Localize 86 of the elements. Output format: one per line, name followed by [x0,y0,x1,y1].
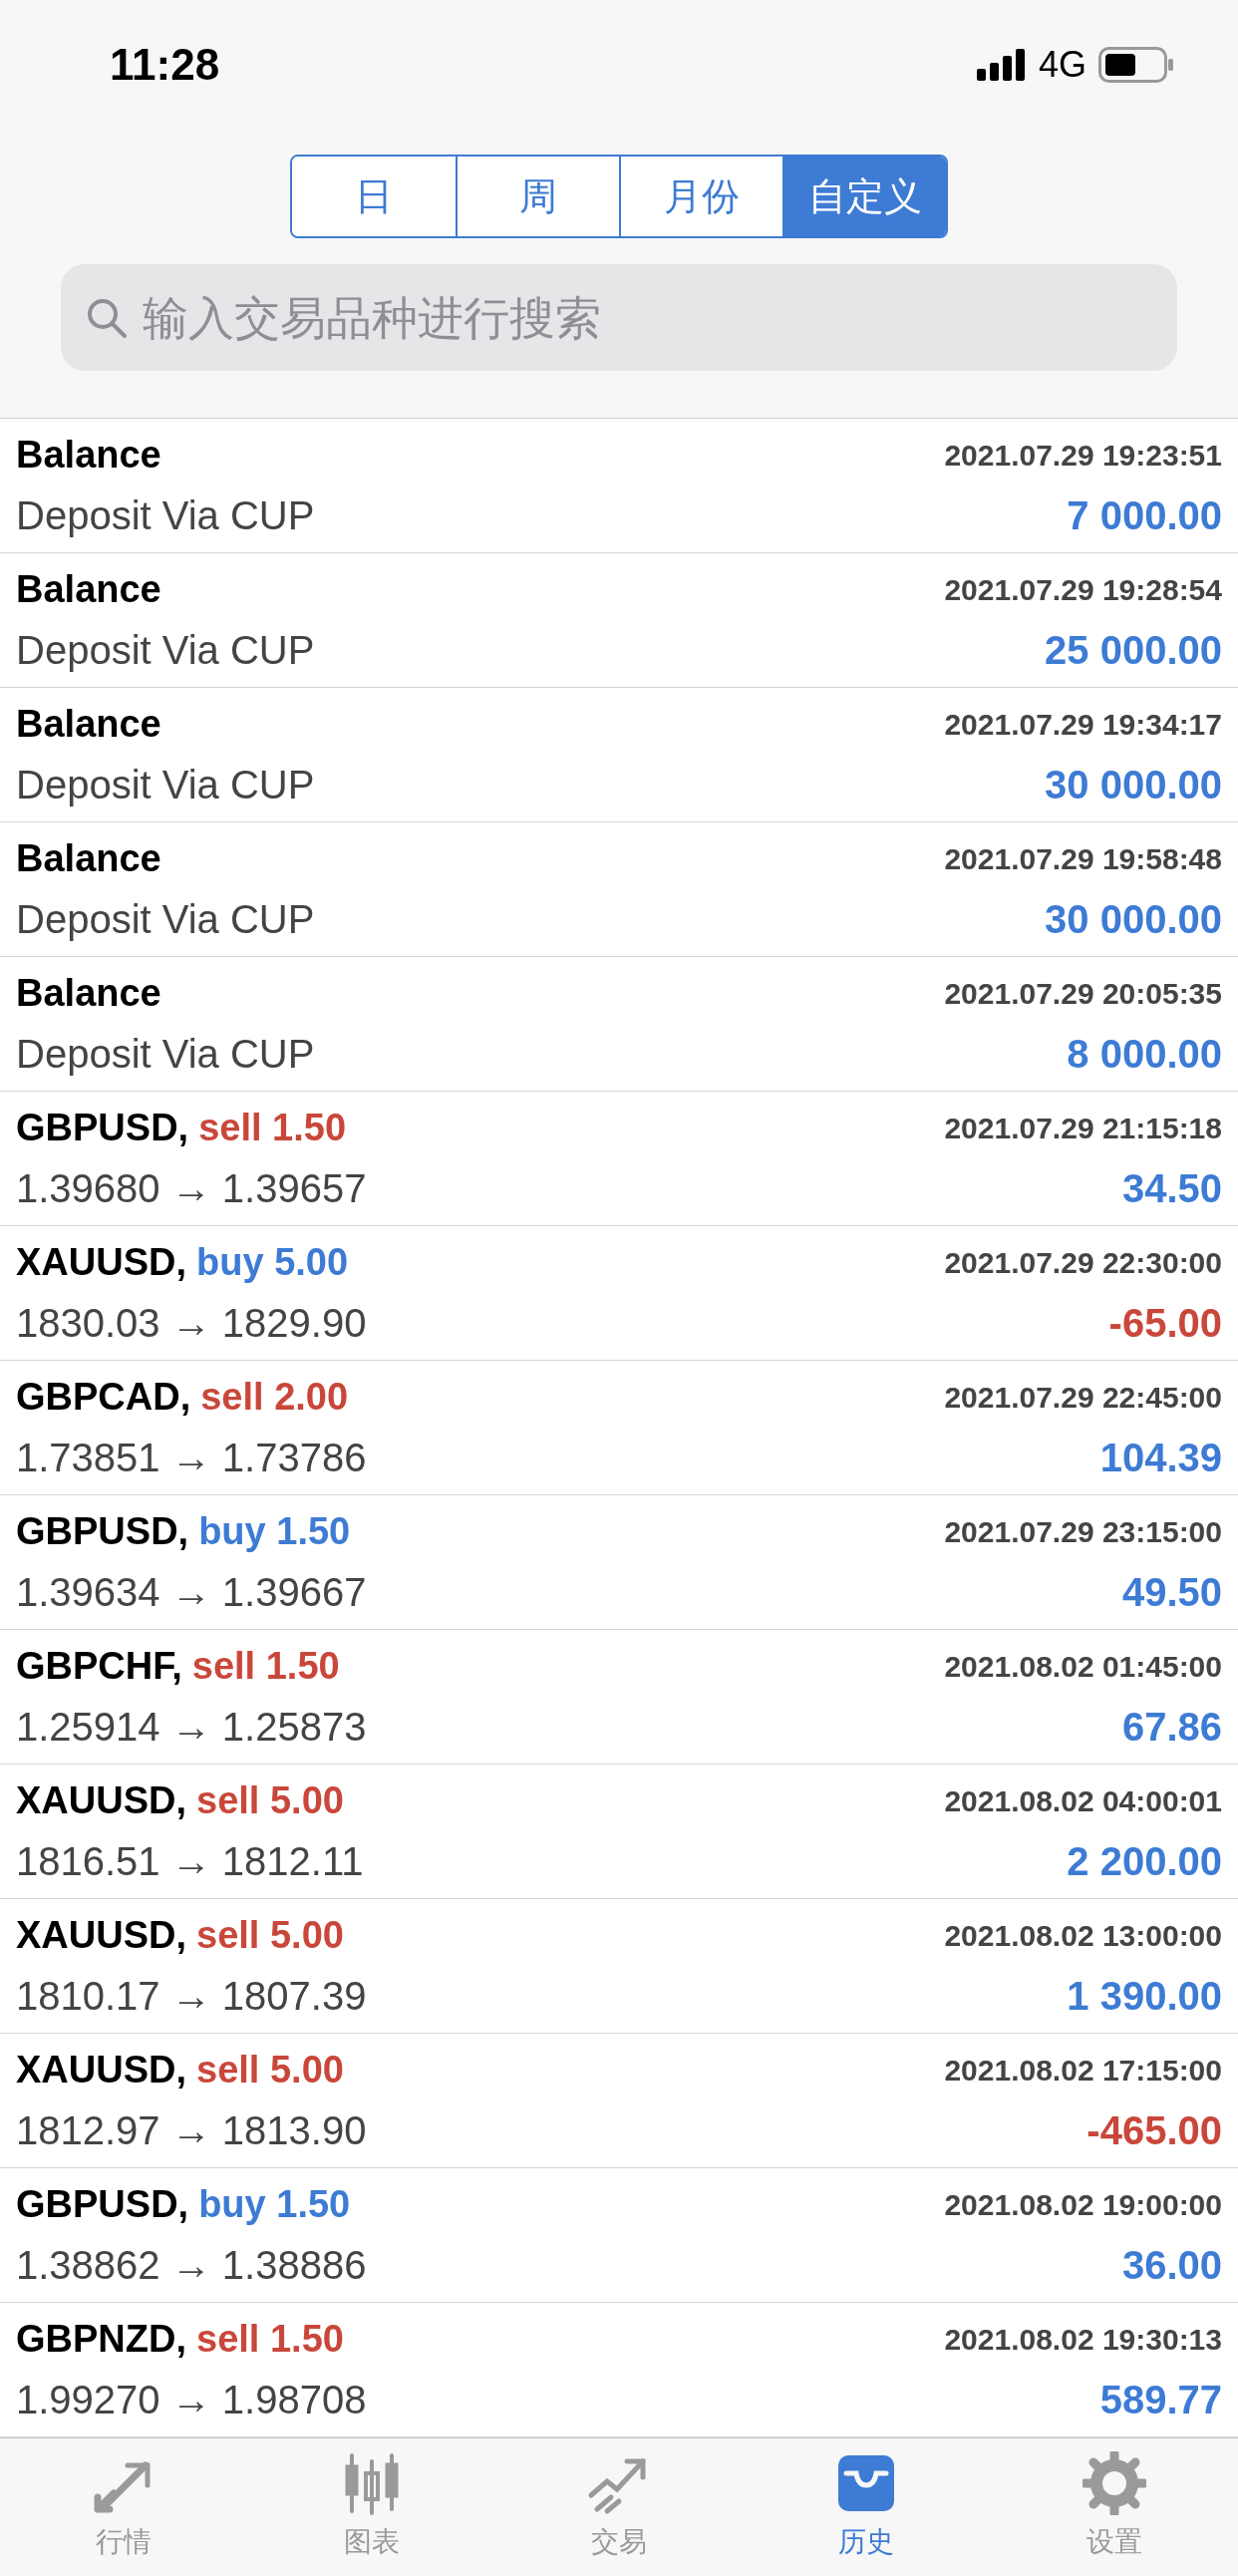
profit-amount: 7 000.00 [1067,491,1222,539]
deal-time: 2021.07.29 19:23:51 [944,437,1222,474]
symbol-label: XAUUSD, [16,1912,187,1958]
price-range: 1830.03 → 1829.90 [16,1299,367,1347]
symbol-label: XAUUSD, [16,1777,187,1823]
order-label: buy 5.00 [196,1239,349,1285]
profit-amount: 589.77 [1099,2376,1222,2423]
price-range: 1810.17 → 1807.39 [16,1972,367,2020]
order-label: sell 1.50 [191,1643,340,1689]
tab-bar-item[interactable]: 设置 [990,2438,1238,2576]
deal-time: 2021.08.02 04:00:01 [944,1782,1222,1819]
price-range: 1.73851 → 1.73786 [16,1434,367,1481]
period-tab[interactable]: 日 [292,157,456,236]
deal-time: 2021.07.29 19:28:54 [944,571,1222,608]
deal-time: 2021.08.02 17:15:00 [944,2052,1222,2089]
order-label: sell 1.50 [198,1105,347,1150]
profit-amount: 49.50 [1121,1568,1222,1616]
symbol-label: GBPCAD, [16,1374,191,1420]
deal-time: 2021.08.02 19:00:00 [944,2186,1222,2223]
search-icon [85,296,129,340]
symbol-label: XAUUSD, [16,2047,187,2093]
operation-type: Balance [16,701,161,747]
deal-time: 2021.08.02 01:45:00 [944,1648,1222,1685]
price-range: 1.39634 → 1.39667 [16,1568,367,1616]
tab-bar-item[interactable]: 交易 [494,2438,744,2576]
battery-icon [1098,47,1174,83]
operation-type: Balance [16,970,161,1016]
deal-time: 2021.07.29 22:30:00 [944,1244,1222,1281]
symbol-label: GBPUSD, [16,1105,189,1150]
deal-comment: Deposit Via CUP [16,761,315,808]
period-tab[interactable]: 月份 [619,157,782,236]
deal-comment: Deposit Via CUP [16,491,315,539]
symbol-label: GBPUSD, [16,2181,189,2227]
operation-type: Balance [16,432,161,478]
order-label: sell 5.00 [196,1777,344,1823]
order-label: sell 5.00 [196,1912,344,1958]
deal-time: 2021.07.29 23:15:00 [944,1513,1222,1550]
deal-time: 2021.07.29 22:45:00 [944,1379,1222,1416]
profit-amount: 30 000.00 [1045,895,1222,943]
deal-comment: Deposit Via CUP [16,626,315,674]
order-label: sell 5.00 [196,2047,344,2093]
search-field[interactable]: 输入交易品种进行搜索 [61,264,1177,371]
deal-time: 2021.07.29 21:15:18 [944,1110,1222,1146]
tab-bar-item[interactable]: 图表 [247,2438,495,2576]
price-range: 1.39680 → 1.39657 [16,1164,367,1212]
deal-time: 2021.07.29 19:58:48 [944,840,1222,877]
profit-amount: 2 200.00 [1067,1837,1222,1885]
symbol-label: GBPCHF, [16,1643,182,1689]
gear-icon [1082,2451,1146,2515]
profit-amount: 25 000.00 [1045,626,1222,674]
price-range: 1.99270 → 1.98708 [16,2376,367,2423]
period-tab[interactable]: 自定义 [782,157,946,236]
profit-amount: -65.00 [1108,1299,1222,1347]
deal-time: 2021.08.02 13:00:00 [944,1917,1222,1954]
profit-amount: 1 390.00 [1067,1972,1222,2020]
tab-bar-item[interactable]: 行情 [0,2438,248,2576]
operation-type: Balance [16,566,161,612]
price-range: 1812.97 → 1813.90 [16,2106,367,2154]
order-label: sell 1.50 [196,2316,344,2362]
symbol-label: GBPUSD, [16,1508,189,1554]
order-label: sell 2.00 [200,1374,349,1420]
operation-type: Balance [16,835,161,881]
price-range: 1.38862 → 1.38886 [16,2241,367,2289]
signal-icon [976,49,1027,81]
network-label: 4G [1038,43,1086,87]
symbol-label: GBPNZD, [16,2316,186,2362]
order-label: buy 1.50 [198,2181,351,2227]
deal-time: 2021.07.29 20:05:35 [944,975,1222,1012]
price-range: 1.25914 → 1.25873 [16,1703,367,1751]
deal-comment: Deposit Via CUP [16,895,315,943]
order-label: buy 1.50 [198,1508,351,1554]
period-tab[interactable]: 周 [456,157,619,236]
profit-amount: 104.39 [1099,1434,1222,1481]
profit-amount: 34.50 [1121,1164,1222,1212]
profit-amount: 36.00 [1121,2241,1222,2289]
profit-amount: 30 000.00 [1045,761,1222,808]
price-range: 1816.51 → 1812.11 [16,1837,364,1885]
status-time: 11:28 [110,39,220,91]
deal-comment: Deposit Via CUP [16,1030,315,1078]
symbol-label: XAUUSD, [16,1239,187,1285]
profit-amount: -465.00 [1086,2106,1222,2154]
profit-amount: 67.86 [1121,1703,1222,1751]
deal-time: 2021.08.02 19:30:13 [944,2321,1222,2358]
tab-bar-item[interactable]: 历史 [743,2438,991,2576]
deal-time: 2021.07.29 19:34:17 [944,706,1222,743]
profit-amount: 8 000.00 [1067,1030,1222,1078]
